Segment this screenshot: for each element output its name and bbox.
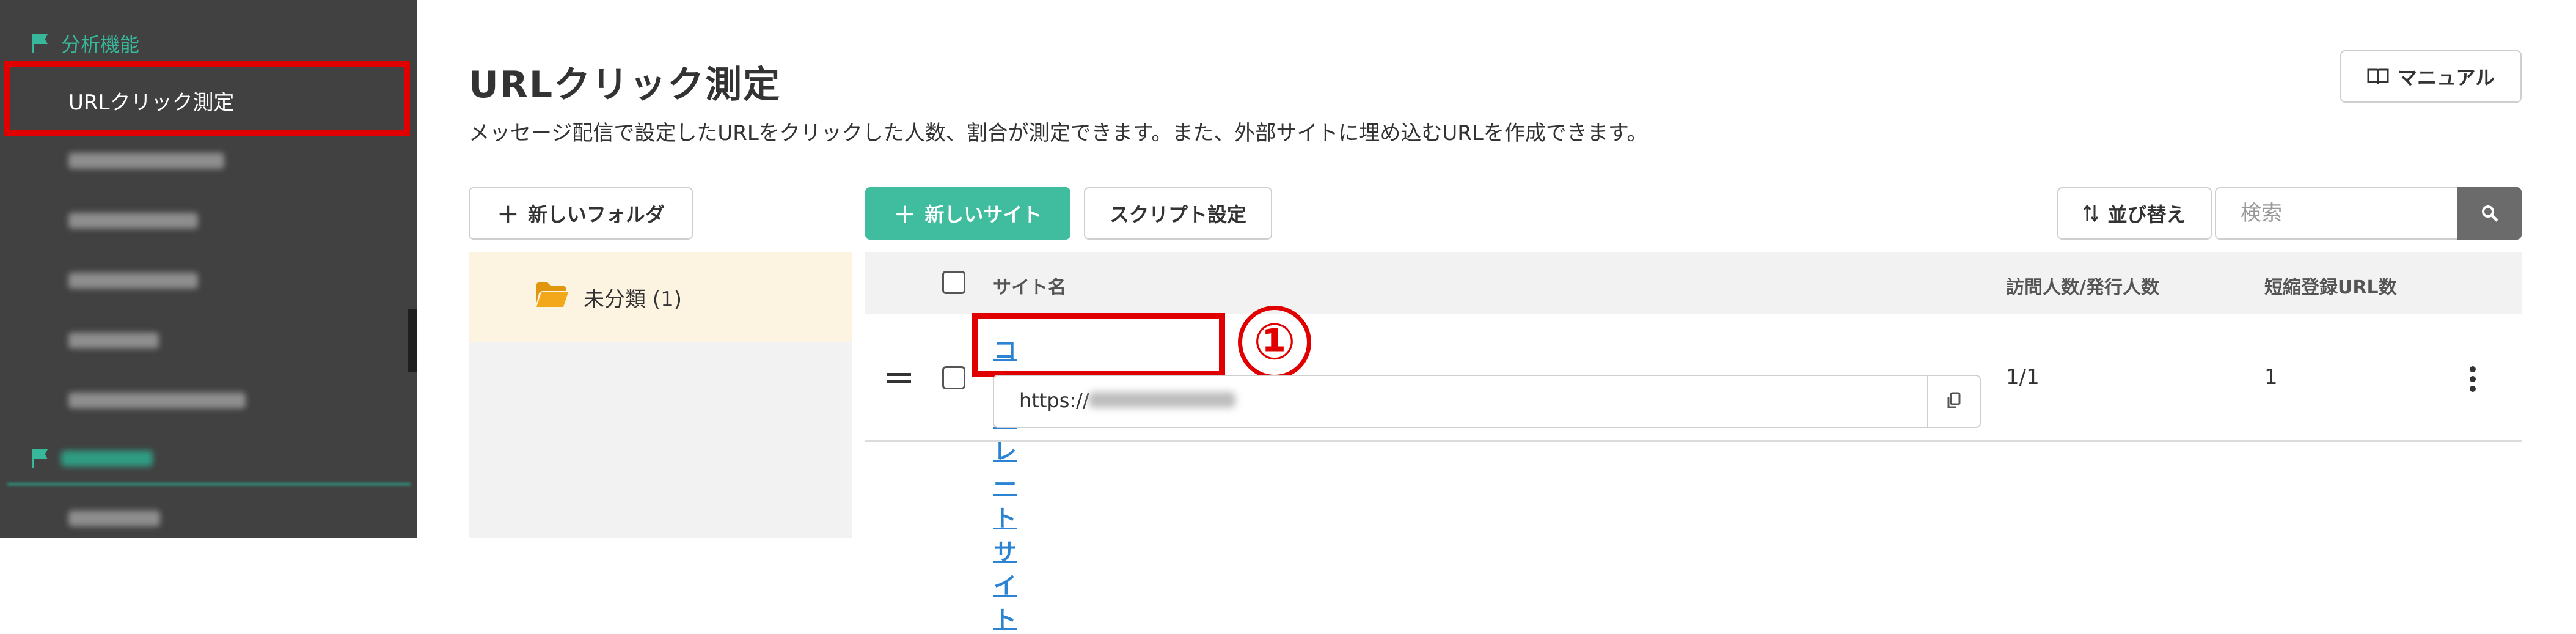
sidebar-item-blurred[interactable] <box>68 273 198 289</box>
sidebar-group-blurred <box>32 449 153 468</box>
row-divider <box>865 440 2522 442</box>
sidebar-item-blurred[interactable] <box>68 153 224 169</box>
sidebar-item-blurred[interactable] <box>68 213 198 229</box>
plus-icon: + <box>497 197 519 229</box>
annotation-highlight <box>972 313 1225 377</box>
select-all-checkbox[interactable] <box>942 271 965 294</box>
search-input[interactable] <box>2215 187 2457 240</box>
manual-button[interactable]: マニュアル <box>2340 50 2522 103</box>
sidebar-divider <box>7 483 411 485</box>
sidebar-item-blurred[interactable] <box>68 511 160 526</box>
sidebar-group-analytics: 分析機能 <box>32 29 139 57</box>
visits-value: 1/1 <box>2006 365 2040 389</box>
book-icon <box>2367 68 2389 84</box>
sidebar: 分析機能 URLクリック測定 <box>0 0 417 538</box>
sidebar-scrollbar[interactable] <box>408 309 417 372</box>
script-settings-button[interactable]: スクリプト設定 <box>1084 187 1272 240</box>
selection-highlight <box>4 61 410 136</box>
flag-icon <box>32 34 49 53</box>
folder-label[interactable]: 未分類 (1) <box>584 282 682 312</box>
folder-open-icon <box>536 282 568 307</box>
manual-label: マニュアル <box>2397 66 2495 89</box>
script-settings-label: スクリプト設定 <box>1109 203 1246 226</box>
page-title: URLクリック測定 <box>469 64 781 106</box>
flag-icon <box>32 449 49 468</box>
more-options-icon[interactable] <box>2468 366 2477 393</box>
copy-icon[interactable] <box>1945 391 1963 410</box>
column-header-site-name: サイト名 <box>993 277 1066 298</box>
search-button[interactable] <box>2457 187 2522 240</box>
new-site-label: 新しいサイト <box>924 203 1042 226</box>
new-site-button[interactable]: + 新しいサイト <box>865 187 1070 240</box>
search-icon <box>2482 205 2498 222</box>
drag-handle-icon[interactable] <box>887 370 911 386</box>
annotation-marker: ① <box>1238 306 1311 379</box>
sidebar-item-blurred[interactable] <box>68 393 246 408</box>
short-url-count: 1 <box>2264 365 2278 389</box>
url-field-divider <box>1927 375 1928 427</box>
plus-icon: + <box>893 197 917 229</box>
sort-label: 並び替え <box>2107 203 2186 226</box>
column-header-short-urls: 短縮登録URL数 <box>2264 277 2397 298</box>
page-description: メッセージ配信で設定したURLをクリックした人数、割合が測定できます。また、外部… <box>469 121 1648 146</box>
new-folder-label: 新しいフォルダ <box>527 203 665 226</box>
new-folder-button[interactable]: + 新しいフォルダ <box>469 187 693 240</box>
column-header-visits: 訪問人数/発行人数 <box>2006 277 2159 298</box>
url-redacted <box>1089 392 1235 408</box>
row-checkbox[interactable] <box>942 366 965 389</box>
sidebar-group-label: 分析機能 <box>61 33 140 56</box>
sidebar-item-blurred[interactable] <box>68 333 159 348</box>
url-text: https:// <box>1019 389 1089 412</box>
sort-icon <box>2084 204 2099 223</box>
sort-button[interactable]: 並び替え <box>2057 187 2212 240</box>
